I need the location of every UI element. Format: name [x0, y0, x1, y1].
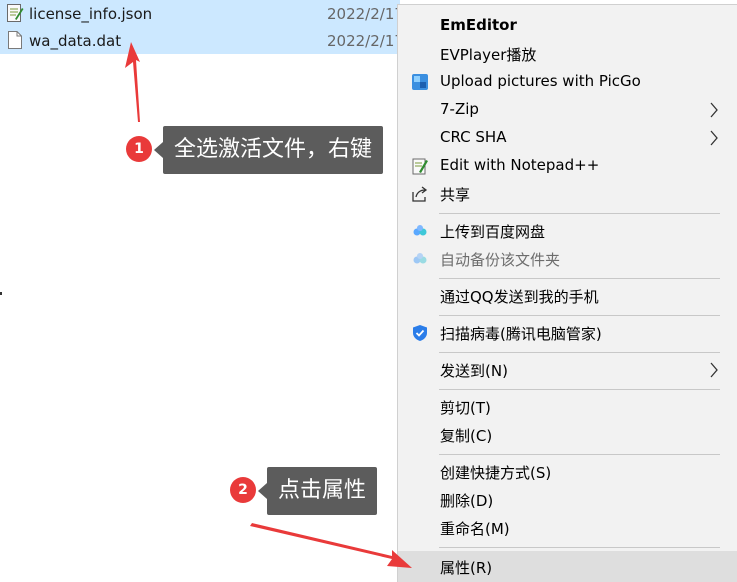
annotation-arrow-2 — [250, 523, 412, 568]
annotation-arrow-1 — [125, 42, 140, 122]
annotation-callout-1: 全选激活文件，右键 — [153, 126, 384, 174]
step-badge-1: 1 — [126, 136, 152, 162]
annotation-callout-2: 点击属性 — [257, 467, 378, 515]
step-badge-2: 2 — [230, 477, 256, 503]
